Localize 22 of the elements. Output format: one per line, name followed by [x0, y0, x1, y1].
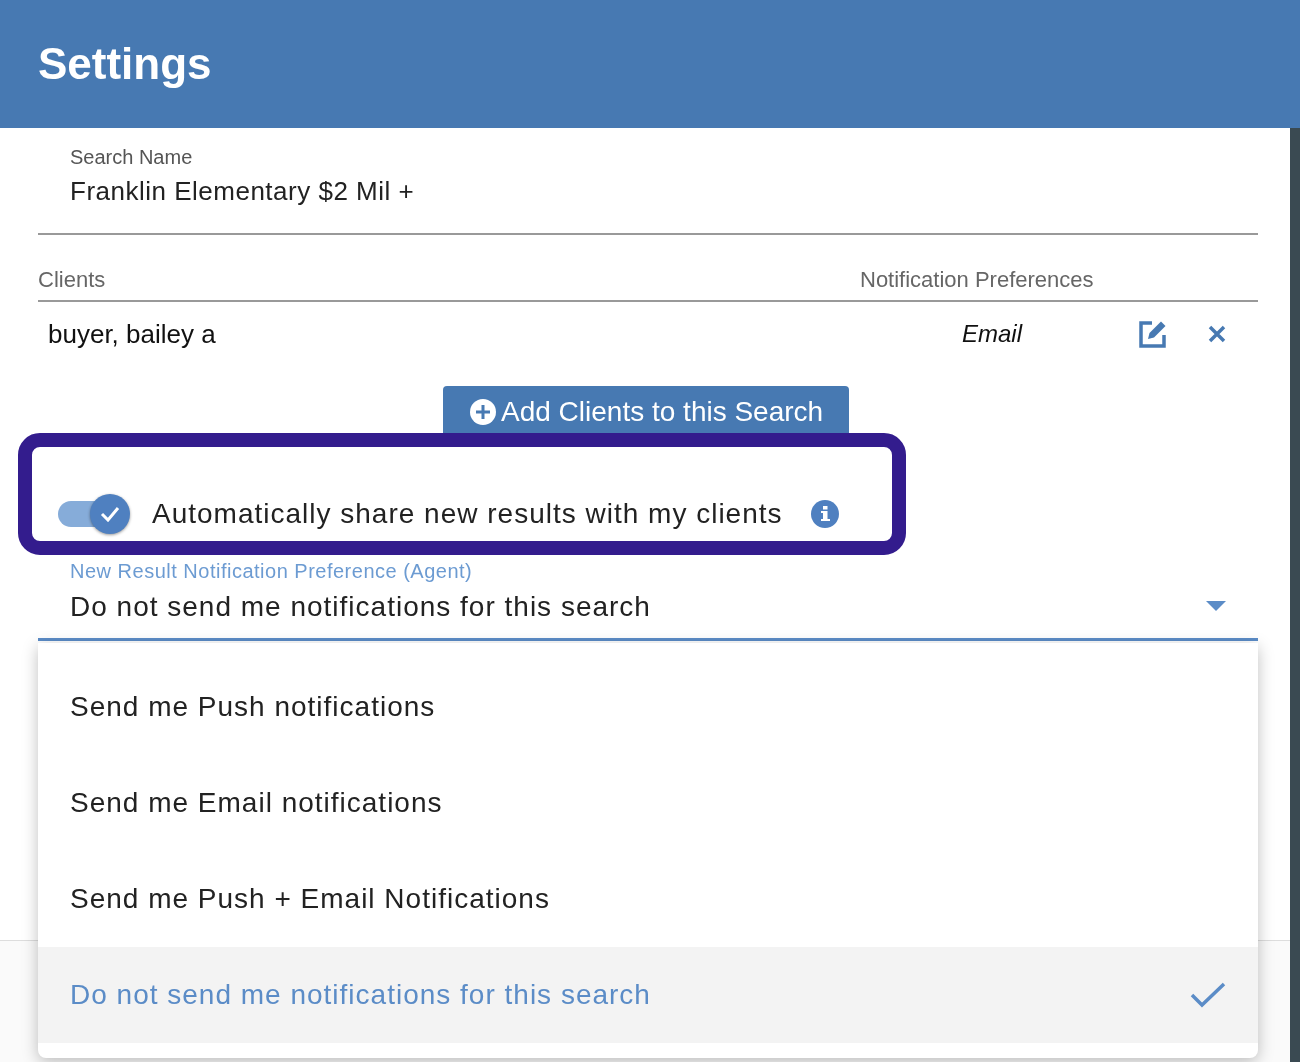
info-icon[interactable]	[810, 500, 839, 528]
edit-icon[interactable]	[1138, 319, 1168, 349]
toggle-switch[interactable]	[58, 494, 130, 534]
client-name: buyer, bailey a	[47, 317, 217, 351]
checkmark-icon	[1190, 981, 1226, 1009]
caret-icon	[1206, 601, 1226, 613]
dropdown-option[interactable]: Send me Push + Email Notifications	[38, 851, 1258, 947]
field-label: New Result Notification Preference (Agent)	[70, 559, 474, 584]
dropdown-option[interactable]: Send me Email notifications	[38, 755, 1258, 851]
close-icon[interactable]	[1208, 325, 1226, 343]
toggle-label: Automatically share new results with my clients	[152, 497, 783, 531]
plus-circle-icon	[469, 398, 497, 426]
column-header: Clients	[38, 266, 107, 294]
add-clients-button[interactable]: Add Clients to this Search	[443, 386, 850, 434]
search-name-value: Franklin Elementary $2 Mil +	[38, 172, 1258, 235]
dropdown-option[interactable]: Send me Push notifications	[38, 659, 1258, 755]
column-header: Notification Preferences	[860, 266, 1095, 294]
select-value: Do not send me notifications for this search	[70, 590, 651, 624]
notification-preference: Email	[962, 319, 1024, 349]
page-title: Settings	[38, 38, 213, 90]
field-label: Search Name	[69, 145, 194, 170]
check-icon	[100, 506, 120, 522]
